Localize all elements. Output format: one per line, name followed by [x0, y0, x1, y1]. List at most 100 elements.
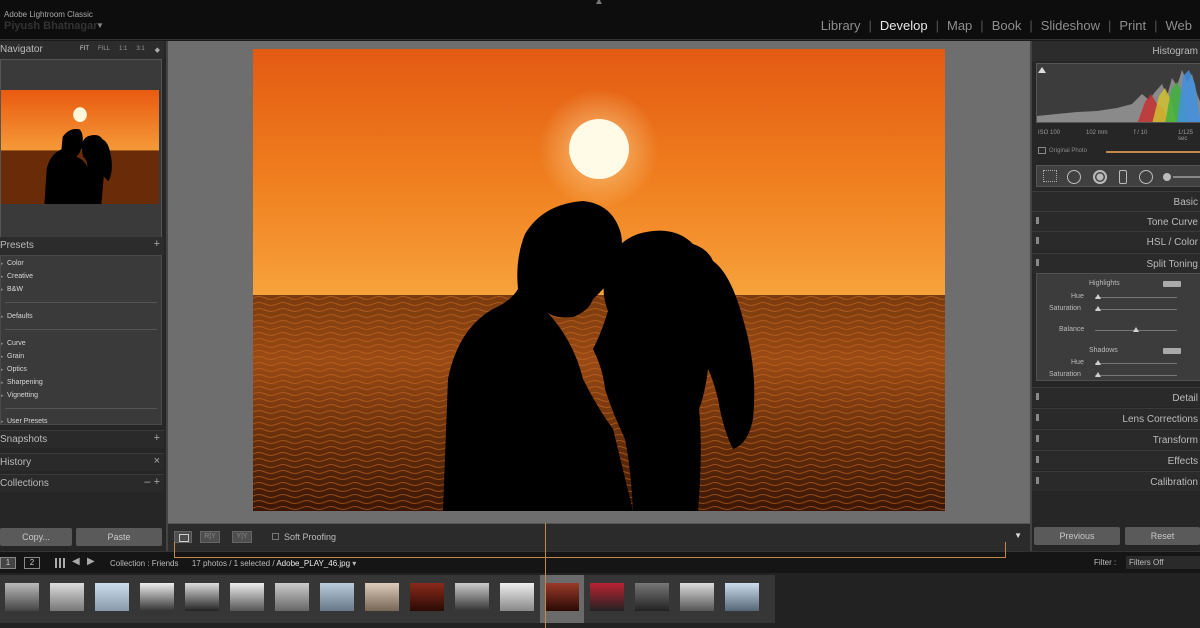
filmstrip-thumbnail[interactable] [90, 575, 134, 623]
filmstrip-thumbnail[interactable] [630, 575, 674, 623]
slider-thumb[interactable] [1095, 372, 1101, 377]
filmstrip-thumbnail[interactable] [360, 575, 404, 623]
balance-slider[interactable] [1095, 327, 1177, 332]
red-eye-icon[interactable] [1093, 170, 1107, 184]
zoom-3-1[interactable]: 3:1 [136, 46, 144, 52]
filmstrip-thumbnail[interactable] [495, 575, 539, 623]
copy-settings-button[interactable]: Copy... [0, 528, 72, 546]
filmstrip-thumbnail[interactable] [540, 575, 584, 623]
section-split-toning[interactable]: Split Toning [1032, 253, 1200, 273]
navigator-header[interactable]: Navigator FIT FILL 1:1 3:1 ◆ [0, 41, 164, 59]
preset-folder-sharpening[interactable]: Sharpening [1, 379, 43, 386]
shadows-saturation-slider[interactable] [1095, 372, 1177, 377]
presets-header[interactable]: Presets + [0, 237, 164, 255]
previous-settings-button[interactable]: Previous [1034, 527, 1120, 545]
soft-proofing-checkbox[interactable] [272, 533, 279, 540]
filter-select[interactable]: Filters Off [1126, 556, 1200, 569]
filmstrip-thumbnail[interactable] [45, 575, 89, 623]
section-toggle-icon[interactable] [1036, 237, 1039, 244]
filmstrip-thumbnail[interactable] [225, 575, 269, 623]
zoom-fill[interactable]: FILL [98, 46, 110, 52]
preset-folder-curve[interactable]: Curve [1, 340, 26, 347]
module-develop[interactable]: Develop [872, 18, 936, 33]
section-hsl[interactable]: HSL / Color [1032, 231, 1200, 251]
histogram[interactable] [1036, 63, 1200, 123]
shadows-color-swatch[interactable] [1163, 348, 1181, 354]
section-calibration[interactable]: Calibration [1032, 471, 1200, 491]
snapshots-header[interactable]: Snapshots + [0, 430, 164, 448]
shadows-hue-slider[interactable] [1095, 360, 1177, 365]
filmstrip-thumbnail[interactable] [315, 575, 359, 623]
section-toggle-icon[interactable] [1036, 217, 1039, 224]
before-after-yy-button[interactable]: Y|Y [232, 531, 252, 543]
filmstrip-thumbnail[interactable] [270, 575, 314, 623]
highlights-saturation-slider[interactable] [1095, 306, 1177, 311]
graduated-filter-icon[interactable] [1119, 170, 1127, 184]
preset-folder-creative[interactable]: Creative [1, 273, 33, 280]
identity-plate[interactable]: Piyush Bhatnagar [4, 20, 98, 32]
loupe-view-button[interactable] [174, 531, 192, 543]
filmstrip-thumbnail[interactable] [405, 575, 449, 623]
section-detail[interactable]: Detail [1032, 387, 1200, 407]
preset-folder-grain[interactable]: Grain [1, 353, 24, 360]
filmstrip-source[interactable]: Collection : Friends 17 photos / 1 selec… [110, 559, 356, 568]
preset-folder-defaults[interactable]: Defaults [1, 313, 33, 320]
before-after-ry-button[interactable]: R|Y [200, 531, 220, 543]
navigator-menu-icon[interactable]: ◆ [155, 46, 160, 54]
section-basic[interactable]: Basic [1032, 191, 1200, 211]
main-photo[interactable] [253, 49, 945, 511]
radial-filter-icon[interactable] [1139, 170, 1153, 184]
module-book[interactable]: Book [984, 18, 1030, 33]
zoom-1-1[interactable]: 1:1 [119, 46, 127, 52]
module-print[interactable]: Print [1111, 18, 1154, 33]
zoom-fit[interactable]: FIT [80, 46, 89, 52]
main-window-button[interactable]: 1 [0, 557, 16, 569]
add-snapshot-button[interactable]: + [154, 432, 160, 444]
highlights-color-swatch[interactable] [1163, 281, 1181, 287]
section-toggle-icon[interactable] [1036, 435, 1039, 442]
module-library[interactable]: Library [813, 18, 869, 33]
secondary-window-button[interactable]: 2 [24, 557, 40, 569]
preset-folder-bw[interactable]: B&W [1, 286, 23, 293]
section-toggle-icon[interactable] [1036, 393, 1039, 400]
paste-settings-button[interactable]: Paste [76, 528, 162, 546]
section-toggle-icon[interactable] [1036, 477, 1039, 484]
filmstrip-thumbnail[interactable] [585, 575, 629, 623]
filmstrip-thumbnail[interactable] [135, 575, 179, 623]
section-transform[interactable]: Transform [1032, 429, 1200, 449]
panel-collapse-top-icon[interactable]: ▲ [594, 0, 604, 7]
slider-thumb[interactable] [1095, 360, 1101, 365]
filmstrip-thumbnail[interactable] [675, 575, 719, 623]
filmstrip-thumbnail[interactable] [0, 575, 44, 623]
preset-folder-color[interactable]: Color [1, 260, 24, 267]
highlights-hue-slider[interactable] [1095, 294, 1177, 299]
collections-header[interactable]: Collections – + [0, 474, 164, 492]
reset-button[interactable]: Reset [1125, 527, 1200, 545]
filmstrip-thumbnail[interactable] [450, 575, 494, 623]
section-toggle-icon[interactable] [1036, 259, 1039, 266]
grid-view-icon[interactable] [55, 558, 65, 568]
section-effects[interactable]: Effects [1032, 450, 1200, 470]
histogram-header[interactable]: Histogram [1032, 41, 1200, 61]
preset-folder-vignetting[interactable]: Vignetting [1, 392, 38, 399]
slider-thumb[interactable] [1095, 294, 1101, 299]
filmstrip-thumbnail[interactable] [720, 575, 764, 623]
preset-folder-user[interactable]: User Presets [1, 418, 48, 425]
slider-thumb[interactable] [1095, 306, 1101, 311]
back-arrow-icon[interactable]: ◀ [72, 556, 80, 567]
navigator-preview[interactable] [0, 59, 162, 245]
navigator-thumbnail[interactable] [1, 90, 159, 204]
section-toggle-icon[interactable] [1036, 456, 1039, 463]
slider-thumb[interactable] [1133, 327, 1139, 332]
original-photo-label[interactable]: Original Photo [1038, 147, 1087, 154]
preset-folder-optics[interactable]: Optics [1, 366, 27, 373]
section-tone-curve[interactable]: Tone Curve [1032, 211, 1200, 231]
clear-history-button[interactable]: × [154, 455, 160, 467]
source-dropdown-icon[interactable]: ▾ [352, 559, 356, 568]
module-web[interactable]: Web [1158, 18, 1200, 33]
forward-arrow-icon[interactable]: ▶ [87, 556, 95, 567]
filmstrip-thumbnail[interactable] [180, 575, 224, 623]
collections-add-remove-button[interactable]: – + [144, 476, 160, 488]
history-header[interactable]: History × [0, 453, 164, 471]
section-toggle-icon[interactable] [1036, 414, 1039, 421]
